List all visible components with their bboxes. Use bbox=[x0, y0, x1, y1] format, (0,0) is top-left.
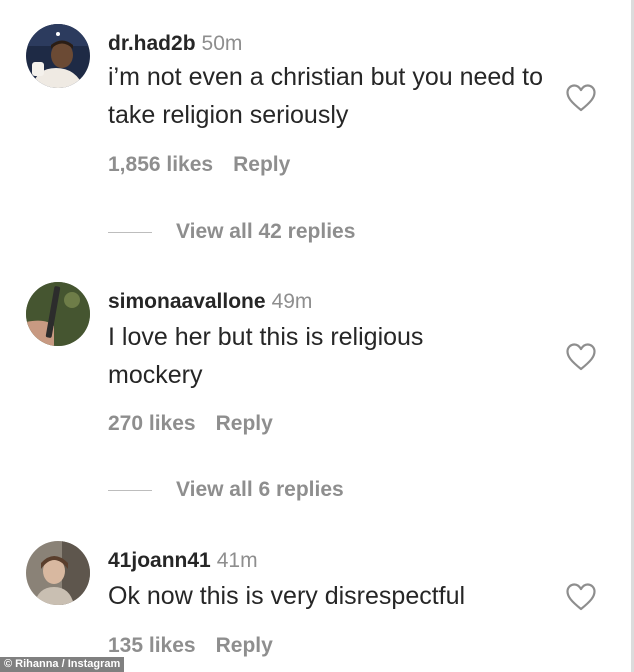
comment-header: simonaavallone 49m bbox=[108, 289, 312, 315]
timestamp: 49m bbox=[271, 290, 313, 313]
comment-text: i’m not even a christian but you need to… bbox=[108, 63, 543, 129]
comment-meta: 1,856 likes Reply bbox=[108, 152, 290, 178]
replies-divider bbox=[108, 232, 152, 233]
comment-header: 41joann41 41m bbox=[108, 548, 258, 574]
heart-icon[interactable] bbox=[565, 582, 597, 612]
comment-meta: 270 likes Reply bbox=[108, 411, 273, 437]
heart-icon[interactable] bbox=[565, 342, 597, 372]
likes-count[interactable]: 1,856 likes bbox=[108, 153, 213, 176]
photo-credit: © Rihanna / Instagram bbox=[0, 657, 125, 672]
comments-screen: dr.had2b 50m i’m not even a christian but… bbox=[0, 0, 634, 672]
username[interactable]: 41joann41 bbox=[108, 549, 211, 572]
timestamp: 50m bbox=[201, 32, 243, 55]
replies-divider bbox=[108, 490, 152, 491]
timestamp: 41m bbox=[216, 549, 258, 572]
reply-button[interactable]: Reply bbox=[216, 634, 273, 657]
avatar[interactable] bbox=[26, 541, 90, 605]
view-replies-label: View all 6 replies bbox=[176, 478, 344, 501]
comment-meta: 135 likes Reply bbox=[108, 633, 273, 659]
comment-text: I love her but this is religious mockery bbox=[108, 323, 424, 389]
comment-header: dr.had2b 50m bbox=[108, 31, 242, 57]
heart-icon[interactable] bbox=[565, 83, 597, 113]
likes-count[interactable]: 270 likes bbox=[108, 412, 196, 435]
reply-button[interactable]: Reply bbox=[233, 153, 290, 176]
avatar[interactable] bbox=[26, 24, 90, 88]
username[interactable]: dr.had2b bbox=[108, 32, 196, 55]
avatar[interactable] bbox=[26, 282, 90, 346]
reply-button[interactable]: Reply bbox=[216, 412, 273, 435]
likes-count[interactable]: 135 likes bbox=[108, 634, 196, 657]
view-replies-label: View all 42 replies bbox=[176, 220, 356, 243]
username[interactable]: simonaavallone bbox=[108, 290, 266, 313]
comment-text: Ok now this is very disrespectful bbox=[108, 582, 466, 610]
